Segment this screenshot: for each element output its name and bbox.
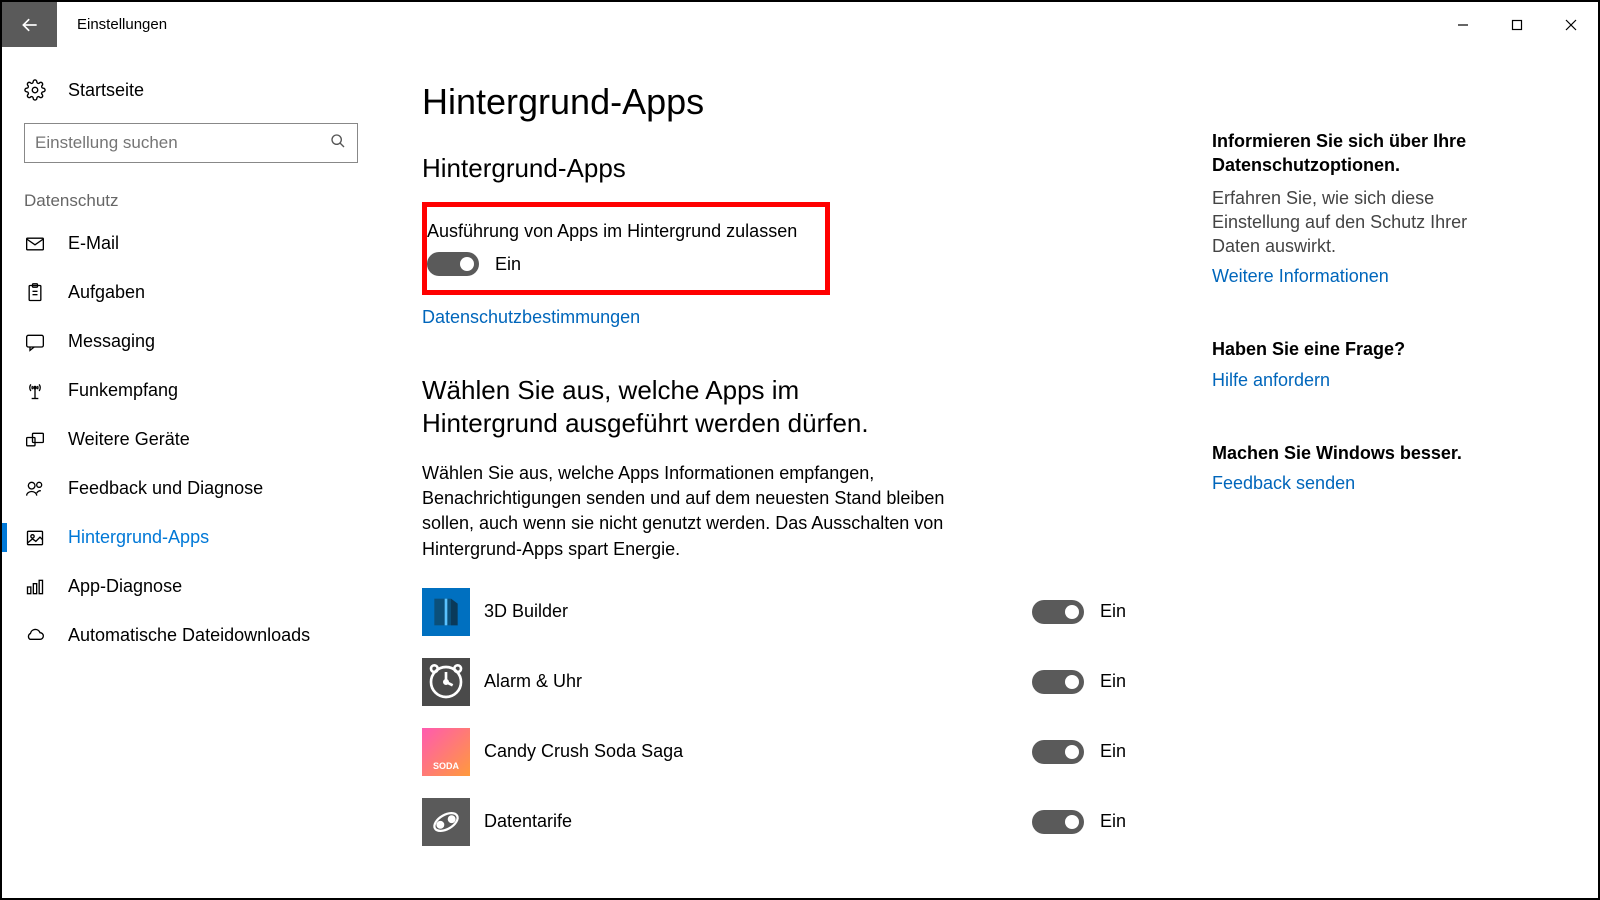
- rp-s1-heading: Informieren Sie sich über Ihre Datenschu…: [1212, 129, 1492, 178]
- cloud-icon: [24, 626, 46, 646]
- arrow-left-icon: [20, 15, 40, 35]
- sidebar-item-label: Aufgaben: [68, 282, 145, 303]
- rp-s2-heading: Haben Sie eine Frage?: [1212, 337, 1492, 361]
- app-toggle-state: Ein: [1100, 811, 1126, 832]
- search-input[interactable]: [24, 123, 358, 163]
- home-label: Startseite: [68, 80, 144, 101]
- app-toggle[interactable]: [1032, 810, 1084, 834]
- app-row: 3D Builder Ein: [422, 588, 1152, 636]
- sidebar-item-label: Weitere Geräte: [68, 429, 190, 450]
- devices-icon: [24, 430, 46, 450]
- radio-icon: [24, 381, 46, 401]
- master-toggle[interactable]: [427, 252, 479, 276]
- tasks-icon: [24, 283, 46, 303]
- sidebar: Startseite Datenschutz E-Mail Aufgaben Mes…: [2, 47, 382, 898]
- section2-heading: Wählen Sie aus, welche Apps im Hintergru…: [422, 374, 942, 439]
- section2-desc: Wählen Sie aus, welche Apps Informatione…: [422, 461, 962, 562]
- title-bar: Einstellungen: [2, 2, 1598, 47]
- sidebar-item-cloud[interactable]: Automatische Dateidownloads: [2, 611, 382, 660]
- mail-icon: [24, 234, 46, 254]
- app-tile-icon: SODA: [422, 728, 470, 776]
- master-toggle-label: Ausführung von Apps im Hintergrund zulas…: [427, 221, 817, 242]
- app-toggle[interactable]: [1032, 670, 1084, 694]
- privacy-link[interactable]: Datenschutzbestimmungen: [422, 307, 640, 328]
- app-toggle[interactable]: [1032, 600, 1084, 624]
- sidebar-item-radio[interactable]: Funkempfang: [2, 366, 382, 415]
- sidebar-item-message[interactable]: Messaging: [2, 317, 382, 366]
- sidebar-item-label: Automatische Dateidownloads: [68, 625, 310, 646]
- minimize-button[interactable]: [1436, 2, 1490, 47]
- sidebar-item-label: E-Mail: [68, 233, 119, 254]
- app-name-label: Alarm & Uhr: [484, 671, 1032, 692]
- rp-s3-link[interactable]: Feedback senden: [1212, 473, 1492, 494]
- sidebar-item-label: App-Diagnose: [68, 576, 182, 597]
- close-icon: [1565, 19, 1577, 31]
- app-tile-icon: [422, 658, 470, 706]
- diag-icon: [24, 577, 46, 597]
- app-toggle-state: Ein: [1100, 601, 1126, 622]
- rp-s3-heading: Machen Sie Windows besser.: [1212, 441, 1492, 465]
- maximize-button[interactable]: [1490, 2, 1544, 47]
- right-pane: Informieren Sie sich über Ihre Datenschu…: [1212, 81, 1492, 898]
- close-button[interactable]: [1544, 2, 1598, 47]
- sidebar-item-devices[interactable]: Weitere Geräte: [2, 415, 382, 464]
- app-row: Alarm & Uhr Ein: [422, 658, 1152, 706]
- rp-s1-text: Erfahren Sie, wie sich diese Einstellung…: [1212, 186, 1492, 259]
- rp-s2-link[interactable]: Hilfe anfordern: [1212, 370, 1492, 391]
- highlight-annotation: Ausführung von Apps im Hintergrund zulas…: [422, 202, 830, 295]
- sidebar-item-label: Funkempfang: [68, 380, 178, 401]
- app-row: SODA Candy Crush Soda Saga Ein: [422, 728, 1152, 776]
- gear-icon: [24, 79, 46, 101]
- app-tile-icon: [422, 588, 470, 636]
- sidebar-item-label: Feedback und Diagnose: [68, 478, 263, 499]
- app-row: Datentarife Ein: [422, 798, 1152, 846]
- minimize-icon: [1457, 19, 1469, 31]
- message-icon: [24, 332, 46, 352]
- app-toggle[interactable]: [1032, 740, 1084, 764]
- section1-heading: Hintergrund-Apps: [422, 153, 1152, 184]
- app-toggle-state: Ein: [1100, 741, 1126, 762]
- sidebar-item-feedback[interactable]: Feedback und Diagnose: [2, 464, 382, 513]
- rp-s1-link[interactable]: Weitere Informationen: [1212, 266, 1492, 287]
- app-tile-icon: [422, 798, 470, 846]
- sidebar-category: Datenschutz: [2, 191, 382, 219]
- maximize-icon: [1511, 19, 1523, 31]
- back-button[interactable]: [2, 2, 57, 47]
- app-name-label: 3D Builder: [484, 601, 1032, 622]
- sidebar-item-label: Hintergrund-Apps: [68, 527, 209, 548]
- sidebar-item-label: Messaging: [68, 331, 155, 352]
- sidebar-item-diag[interactable]: App-Diagnose: [2, 562, 382, 611]
- window-controls: [1436, 2, 1598, 47]
- feedback-icon: [24, 479, 46, 499]
- sidebar-item-tasks[interactable]: Aufgaben: [2, 268, 382, 317]
- page-title: Hintergrund-Apps: [422, 81, 1152, 123]
- home-button[interactable]: Startseite: [2, 67, 382, 113]
- sidebar-item-mail[interactable]: E-Mail: [2, 219, 382, 268]
- search-icon: [330, 133, 346, 153]
- sidebar-item-picture[interactable]: Hintergrund-Apps: [2, 513, 382, 562]
- picture-icon: [24, 528, 46, 548]
- app-toggle-state: Ein: [1100, 671, 1126, 692]
- app-name-label: Datentarife: [484, 811, 1032, 832]
- master-toggle-state: Ein: [495, 254, 521, 275]
- app-name-label: Candy Crush Soda Saga: [484, 741, 1032, 762]
- main-content: Hintergrund-Apps Hintergrund-Apps Ausfüh…: [422, 81, 1152, 898]
- window-title: Einstellungen: [57, 2, 1436, 47]
